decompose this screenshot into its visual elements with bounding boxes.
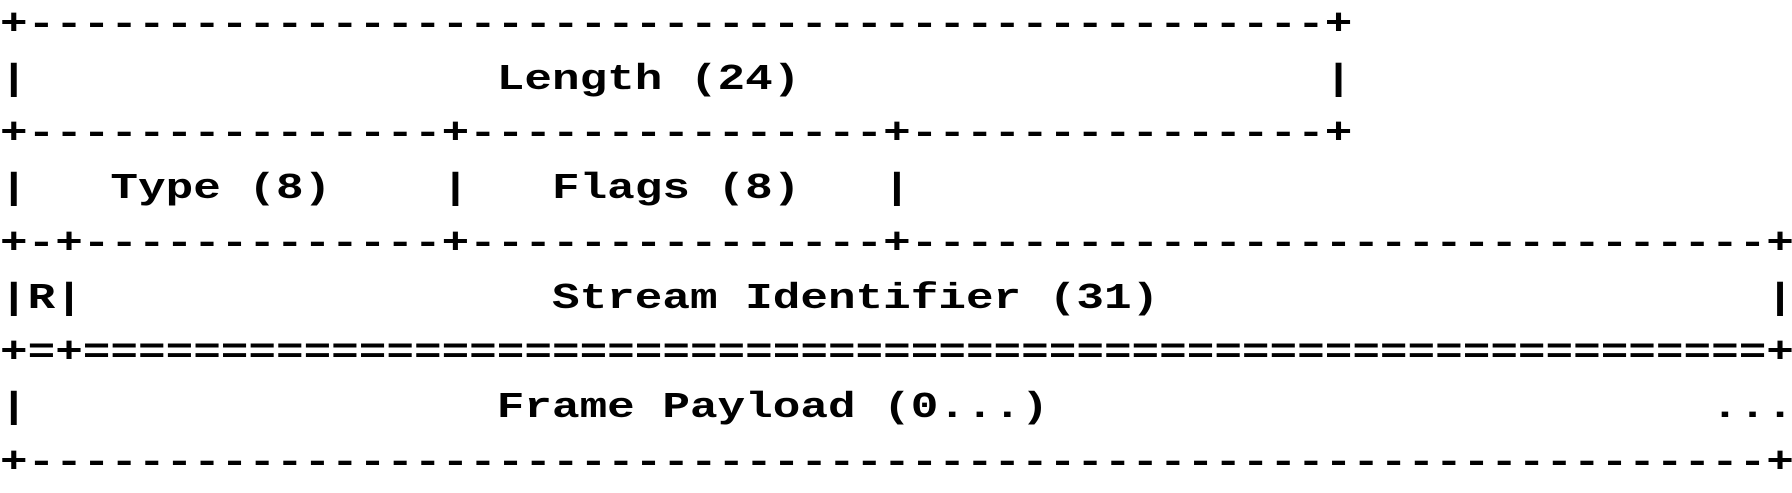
bottom-border-line: +---------------------------------------… (0, 441, 1792, 483)
frame-layout-diagram: +---------------------------------------… (0, 0, 1792, 493)
